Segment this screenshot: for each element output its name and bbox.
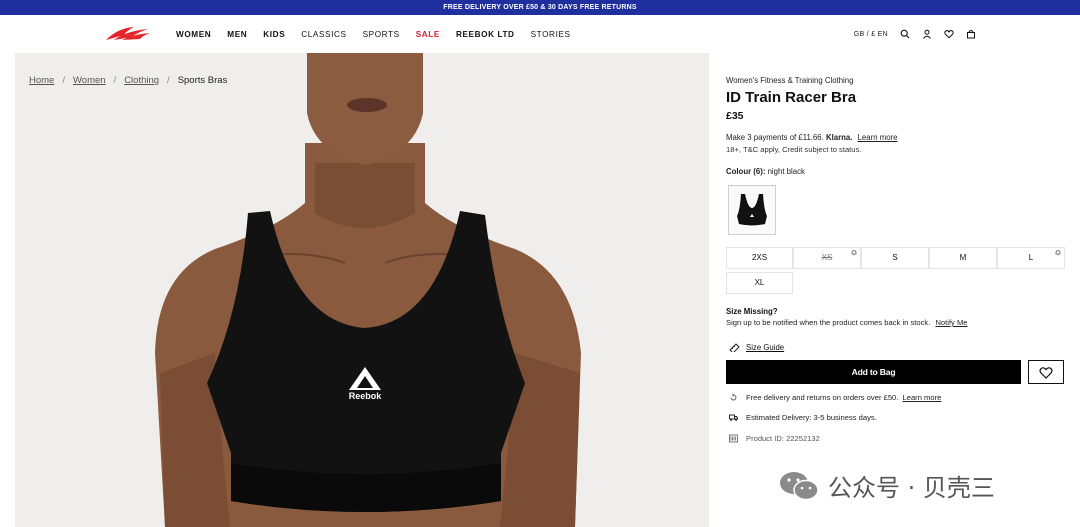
nav-sports[interactable]: SPORTS bbox=[363, 30, 400, 39]
klarna-info: Make 3 payments of £11.66. Klarna. Learn… bbox=[726, 133, 897, 142]
product-category: Women's Fitness & Training Clothing bbox=[726, 76, 854, 85]
product-id-text: Product ID: 22252132 bbox=[746, 434, 820, 443]
colour-label: Colour (6): night black bbox=[726, 167, 805, 176]
breadcrumb-current: Sports Bras bbox=[177, 75, 228, 86]
klarna-note: 18+, T&C apply, Credit subject to status… bbox=[726, 145, 862, 154]
bag-icon[interactable] bbox=[966, 29, 976, 39]
notify-me-link[interactable]: Notify Me bbox=[935, 318, 967, 327]
notify-bell-icon bbox=[1055, 250, 1061, 256]
barcode-icon bbox=[729, 434, 738, 443]
add-to-bag-button[interactable]: Add to Bag bbox=[726, 360, 1021, 384]
heart-icon bbox=[1039, 366, 1053, 379]
colour-value: night black bbox=[767, 167, 805, 176]
size-missing-title: Size Missing? bbox=[726, 307, 778, 316]
breadcrumb-separator: / bbox=[113, 75, 117, 86]
swatch-image bbox=[737, 194, 767, 226]
bra-logo-text: Reebok bbox=[349, 391, 383, 401]
add-to-wishlist-button[interactable] bbox=[1028, 360, 1064, 384]
return-icon bbox=[730, 393, 737, 401]
product-id: Product ID: 22252132 bbox=[729, 434, 820, 443]
nav-reebok-ltd[interactable]: REEBOK LTD bbox=[456, 30, 515, 39]
product-title: ID Train Racer Bra bbox=[726, 89, 857, 106]
delivery-learn-more-link[interactable]: Learn more bbox=[903, 393, 942, 402]
nav-sale[interactable]: SALE bbox=[416, 30, 440, 39]
colour-swatch[interactable] bbox=[728, 185, 776, 235]
breadcrumb-separator: / bbox=[62, 75, 65, 86]
promo-bar[interactable]: FREE DELIVERY OVER £50 & 30 DAYS FREE RE… bbox=[0, 0, 1080, 15]
account-icon[interactable] bbox=[922, 29, 932, 39]
size-missing-text: Sign up to be notified when the product … bbox=[726, 318, 968, 327]
breadcrumb-women[interactable]: Women bbox=[73, 75, 106, 86]
colour-count: Colour (6): bbox=[726, 167, 766, 176]
product-image[interactable]: Reebok bbox=[15, 53, 709, 527]
product-image-pane: Reebok Home / Women / Clothing / Sports … bbox=[15, 53, 709, 527]
breadcrumb: Home / Women / Clothing / Sports Bras bbox=[29, 75, 227, 86]
delivery-info: Free delivery and returns on orders over… bbox=[729, 393, 941, 402]
size-guide[interactable]: Size Guide bbox=[729, 343, 784, 352]
size-missing-description: Sign up to be notified when the product … bbox=[726, 318, 931, 327]
size-option[interactable]: M bbox=[929, 247, 997, 269]
nav-men[interactable]: MEN bbox=[227, 30, 247, 39]
wishlist-icon[interactable] bbox=[944, 29, 954, 39]
notify-bell-icon bbox=[851, 250, 857, 256]
ruler-icon bbox=[729, 343, 740, 352]
site-header: WOMEN MEN KIDS CLASSICS SPORTS SALE REEB… bbox=[0, 15, 1080, 53]
breadcrumb-separator: / bbox=[167, 75, 170, 86]
breadcrumb-clothing[interactable]: Clothing bbox=[124, 75, 159, 86]
header-actions: GB / £ EN bbox=[854, 15, 976, 53]
size-option[interactable]: S bbox=[861, 247, 929, 269]
klarna-brand: Klarna. bbox=[825, 133, 853, 142]
main-nav: WOMEN MEN KIDS CLASSICS SPORTS SALE REEB… bbox=[176, 15, 587, 53]
wechat-icon bbox=[780, 471, 819, 500]
estimated-delivery: Estimated Delivery: 3-5 business days. bbox=[729, 413, 877, 422]
size-option[interactable]: XL bbox=[726, 272, 793, 294]
size-option[interactable]: 2XS bbox=[726, 247, 793, 269]
product-details: Women's Fitness & Training Clothing ID T… bbox=[726, 53, 1066, 527]
promo-text: FREE DELIVERY OVER £50 & 30 DAYS FREE RE… bbox=[443, 4, 637, 11]
delivery-text: Free delivery and returns on orders over… bbox=[746, 393, 899, 402]
nav-women[interactable]: WOMEN bbox=[176, 30, 211, 39]
search-icon[interactable] bbox=[900, 29, 910, 39]
product-price: £35 bbox=[726, 110, 744, 122]
klarna-text: Make 3 payments of £11.66. bbox=[726, 133, 824, 142]
reebok-logo[interactable] bbox=[104, 25, 152, 43]
nav-kids[interactable]: KIDS bbox=[263, 30, 285, 39]
breadcrumb-home[interactable]: Home bbox=[29, 75, 54, 86]
nav-classics[interactable]: CLASSICS bbox=[301, 30, 346, 39]
nav-stories[interactable]: STORIES bbox=[531, 30, 571, 39]
klarna-learn-more-link[interactable]: Learn more bbox=[858, 133, 898, 142]
estimated-delivery-text: Estimated Delivery: 3-5 business days. bbox=[746, 413, 877, 422]
watermark: 公众号 · 贝壳三 bbox=[778, 468, 995, 503]
size-guide-link[interactable]: Size Guide bbox=[746, 343, 784, 352]
watermark-text: 公众号 · 贝壳三 bbox=[828, 474, 995, 502]
locale-selector[interactable]: GB / £ EN bbox=[854, 31, 888, 38]
truck-icon bbox=[729, 414, 738, 421]
